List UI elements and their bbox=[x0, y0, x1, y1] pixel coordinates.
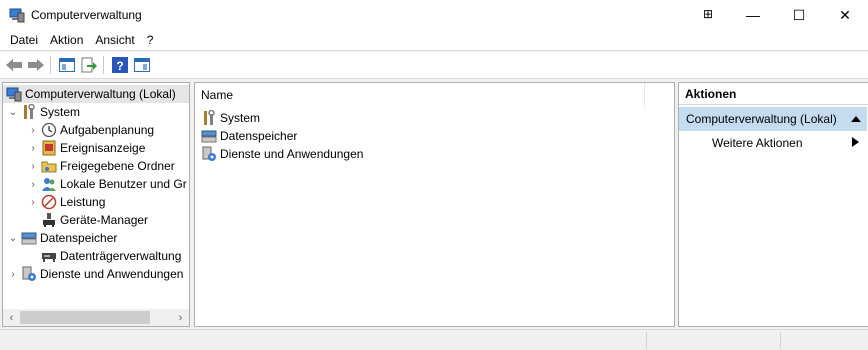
scroll-left-icon[interactable]: ‹ bbox=[3, 309, 20, 326]
title-bar: Computerverwaltung ⊞ — ☐ ✕ bbox=[0, 0, 868, 30]
details-pane: Name System Datenspeicher Dienste und An… bbox=[194, 82, 675, 327]
status-bar bbox=[0, 329, 868, 350]
tree-item-system[interactable]: ⌄ System bbox=[7, 103, 80, 121]
clock-icon bbox=[41, 122, 57, 138]
snap-layout-icon[interactable]: ⊞ bbox=[698, 4, 718, 24]
shared-folder-icon bbox=[41, 158, 57, 174]
event-viewer-icon bbox=[41, 140, 57, 156]
chevron-down-icon[interactable]: ⌄ bbox=[7, 103, 19, 121]
tree-label: Freigegebene Ordner bbox=[60, 159, 175, 173]
export-list-icon[interactable] bbox=[79, 55, 99, 75]
list-item-dienste[interactable]: Dienste und Anwendungen bbox=[199, 145, 363, 163]
window-title: Computerverwaltung bbox=[31, 8, 142, 22]
menu-help[interactable]: ? bbox=[141, 30, 160, 51]
device-manager-icon bbox=[41, 212, 57, 228]
computer-icon bbox=[6, 86, 22, 102]
tree-label: Ereignisanzeige bbox=[60, 141, 146, 155]
scroll-right-icon[interactable]: › bbox=[172, 309, 189, 326]
chevron-right-icon[interactable]: › bbox=[27, 139, 39, 157]
tree-label: Dienste und Anwendungen bbox=[40, 267, 184, 281]
tree-label: Geräte-Manager bbox=[60, 213, 149, 227]
chevron-right-icon[interactable]: › bbox=[27, 193, 39, 211]
computer-management-icon bbox=[9, 7, 25, 23]
tree-label: System bbox=[40, 105, 81, 119]
list-item-label: System bbox=[220, 111, 261, 125]
actions-pane: Aktionen Computerverwaltung (Lokal) Weit… bbox=[678, 82, 868, 327]
console-tree: Computerverwaltung (Lokal) ⌄ System › Au… bbox=[2, 82, 190, 327]
tree-item-dienste[interactable]: › Dienste und Anwendungen bbox=[7, 265, 183, 283]
maximize-button[interactable]: ☐ bbox=[776, 0, 822, 30]
tree-item-freigegebene-ordner[interactable]: › Freigegebene Ordner bbox=[27, 157, 175, 175]
tree-item-lokale-benutzer[interactable]: › Lokale Benutzer und Gr bbox=[27, 175, 187, 193]
tree-item-root[interactable]: Computerverwaltung (Lokal) bbox=[3, 85, 189, 103]
close-button[interactable]: ✕ bbox=[822, 0, 868, 30]
action-pane-icon[interactable] bbox=[132, 55, 152, 75]
system-tools-icon bbox=[21, 103, 37, 120]
tree-item-aufgabenplanung[interactable]: › Aufgabenplanung bbox=[27, 121, 154, 139]
chevron-right-icon[interactable]: › bbox=[27, 121, 39, 139]
disk-icon bbox=[41, 248, 57, 264]
performance-icon bbox=[41, 194, 57, 210]
scrollbar-thumb[interactable] bbox=[20, 311, 150, 324]
services-icon bbox=[21, 266, 37, 282]
menu-datei[interactable]: Datei bbox=[4, 30, 44, 51]
actions-group[interactable]: Computerverwaltung (Lokal) bbox=[679, 107, 867, 131]
actions-group-label: Computerverwaltung (Lokal) bbox=[686, 112, 837, 126]
services-icon bbox=[201, 146, 217, 162]
chevron-right-icon[interactable]: › bbox=[27, 157, 39, 175]
toolbar-separator bbox=[50, 56, 51, 74]
status-divider bbox=[780, 332, 781, 349]
list-item-label: Dienste und Anwendungen bbox=[220, 147, 364, 161]
toolbar-separator bbox=[103, 56, 104, 74]
chevron-right-icon[interactable]: › bbox=[7, 265, 19, 283]
tree-label: Aufgabenplanung bbox=[60, 123, 155, 137]
users-icon bbox=[41, 176, 57, 192]
more-actions-label: Weitere Aktionen bbox=[712, 136, 803, 150]
more-actions-item[interactable]: Weitere Aktionen bbox=[679, 133, 867, 153]
submenu-arrow-icon bbox=[852, 136, 859, 150]
tree-item-leistung[interactable]: › Leistung bbox=[27, 193, 105, 211]
storage-icon bbox=[21, 230, 37, 246]
tree-label: Computerverwaltung (Lokal) bbox=[25, 87, 176, 101]
tree-label: Datenträgerverwaltung bbox=[60, 249, 182, 263]
back-arrow-icon[interactable] bbox=[4, 55, 24, 75]
svg-text:?: ? bbox=[116, 59, 123, 73]
tree-item-datenspeicher[interactable]: ⌄ Datenspeicher bbox=[7, 229, 118, 247]
status-divider bbox=[646, 332, 647, 349]
tree-label: Lokale Benutzer und Gr bbox=[60, 177, 187, 191]
menu-ansicht[interactable]: Ansicht bbox=[89, 30, 140, 51]
toolbar: ? bbox=[0, 52, 868, 79]
list-item-datenspeicher[interactable]: Datenspeicher bbox=[199, 127, 297, 145]
collapse-up-icon[interactable] bbox=[851, 112, 861, 126]
forward-arrow-icon[interactable] bbox=[26, 55, 46, 75]
chevron-down-icon[interactable]: ⌄ bbox=[7, 229, 19, 247]
list-item-label: Datenspeicher bbox=[220, 129, 298, 143]
system-tools-icon bbox=[201, 109, 217, 126]
menu-aktion[interactable]: Aktion bbox=[44, 30, 89, 51]
tree-item-ereignisanzeige[interactable]: › Ereignisanzeige bbox=[27, 139, 145, 157]
tree-item-geraete-manager[interactable]: Geräte-Manager bbox=[39, 211, 148, 229]
help-icon[interactable]: ? bbox=[110, 55, 130, 75]
column-header-name[interactable]: Name bbox=[195, 83, 645, 107]
tree-item-datentraegerverwaltung[interactable]: Datenträgerverwaltung bbox=[39, 247, 181, 265]
console-tree-icon[interactable] bbox=[57, 55, 77, 75]
minimize-button[interactable]: — bbox=[730, 0, 776, 30]
storage-icon bbox=[201, 128, 217, 144]
menu-bar: Datei Aktion Ansicht ? bbox=[0, 30, 868, 51]
list-item-system[interactable]: System bbox=[199, 109, 260, 127]
horizontal-scrollbar[interactable]: ‹ › bbox=[3, 309, 189, 326]
chevron-right-icon[interactable]: › bbox=[27, 175, 39, 193]
actions-header: Aktionen bbox=[679, 83, 868, 105]
list-header: Name bbox=[195, 83, 674, 107]
tree-label: Datenspeicher bbox=[40, 231, 118, 245]
tree-label: Leistung bbox=[60, 195, 106, 209]
